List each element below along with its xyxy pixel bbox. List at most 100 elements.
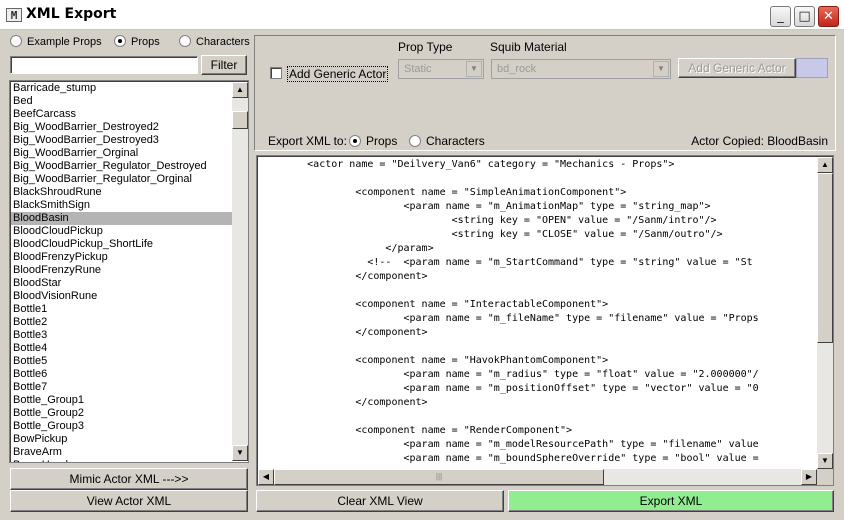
list-item[interactable]: BlackSmithSign <box>11 199 232 212</box>
source-radio-props[interactable]: Props <box>114 35 160 48</box>
add-generic-actor-button[interactable]: Add Generic Actor <box>678 58 796 78</box>
list-item[interactable]: Barricade_stump <box>11 82 232 95</box>
list-item[interactable]: Bottle4 <box>11 342 232 355</box>
list-item[interactable]: BowPickup <box>11 433 232 446</box>
close-button[interactable]: ✕ <box>818 6 839 27</box>
scroll-down-icon[interactable]: ▼ <box>817 453 833 469</box>
actor-list[interactable]: Barricade_stump Bed BeefCarcass Big_WoodBar… <box>9 80 249 463</box>
prop-type-label: Prop Type <box>398 40 453 54</box>
list-item[interactable]: Bottle1 <box>11 303 232 316</box>
list-item[interactable]: BraveHead <box>11 459 232 462</box>
export-xml-button[interactable]: Export XML <box>508 490 834 512</box>
prop-type-value: Static <box>404 63 432 75</box>
list-item[interactable]: Bottle_Group2 <box>11 407 232 420</box>
xml-vertical-scrollbar[interactable]: ▲ ▼ <box>817 157 833 469</box>
code-line: <param name = "m_fileName" type = "filen… <box>259 313 759 324</box>
list-item[interactable]: Big_WoodBarrier_Regulator_Orginal <box>11 173 232 186</box>
window-title: XML Export <box>26 6 117 22</box>
code-line: </component> <box>259 327 428 338</box>
list-item[interactable]: BloodCloudPickup_ShortLife <box>11 238 232 251</box>
view-actor-xml-button[interactable]: View Actor XML <box>10 490 248 512</box>
radio-indicator <box>349 135 361 147</box>
list-item[interactable]: BlackShroudRune <box>11 186 232 199</box>
list-item[interactable]: BloodCloudPickup <box>11 225 232 238</box>
radio-label-characters: Characters <box>196 36 250 48</box>
code-line: </component> <box>259 271 428 282</box>
source-radio-example-props[interactable]: Example Props <box>10 35 102 48</box>
list-item[interactable]: Big_WoodBarrier_Destroyed3 <box>11 134 232 147</box>
list-item[interactable]: Big_WoodBarrier_Orginal <box>11 147 232 160</box>
radio-indicator <box>10 35 22 47</box>
scroll-thumb[interactable] <box>232 111 248 129</box>
list-item[interactable]: BraveArm <box>11 446 232 459</box>
code-line: <component name = "InteractableComponent… <box>259 299 609 310</box>
radio-indicator <box>114 35 126 47</box>
minimize-button[interactable]: _ <box>770 6 791 27</box>
list-item[interactable]: Big_WoodBarrier_Regulator_Destroyed <box>11 160 232 173</box>
list-item[interactable]: Bottle7 <box>11 381 232 394</box>
code-line: </param> <box>259 243 434 254</box>
radio-indicator <box>179 35 191 47</box>
chevron-down-icon[interactable]: ▼ <box>653 61 669 77</box>
code-line: <param name = "m_positionOffset" type = … <box>259 383 759 394</box>
list-item[interactable]: Bottle_Group3 <box>11 420 232 433</box>
list-item[interactable]: Bottle6 <box>11 368 232 381</box>
actor-list-scrollbar[interactable]: ▲ ▼ <box>232 82 248 461</box>
color-swatch[interactable] <box>796 58 828 78</box>
code-line: <component name = "HavokPhantomComponent… <box>259 355 609 366</box>
radio-label-example-props: Example Props <box>27 36 102 48</box>
list-item[interactable]: Big_WoodBarrier_Destroyed2 <box>11 121 232 134</box>
list-item[interactable]: BloodStar <box>11 277 232 290</box>
list-item[interactable]: BloodFrenzyPickup <box>11 251 232 264</box>
filter-button[interactable]: Filter <box>201 55 247 75</box>
actor-list-items: Barricade_stump Bed BeefCarcass Big_WoodBar… <box>11 82 232 462</box>
code-line: <param name = "m_radius" type = "float" … <box>259 369 759 380</box>
clear-xml-view-button[interactable]: Clear XML View <box>256 490 504 512</box>
list-item[interactable]: BloodBasin <box>11 212 232 225</box>
scroll-up-icon[interactable]: ▲ <box>817 157 833 173</box>
maximize-button[interactable]: □ <box>794 6 815 27</box>
scroll-thumb[interactable] <box>817 173 833 343</box>
filter-input[interactable] <box>10 56 198 74</box>
squib-material-select[interactable]: bd_rock ▼ <box>491 59 671 79</box>
squib-material-value: bd_rock <box>497 63 537 75</box>
add-generic-actor-checkbox[interactable] <box>270 67 282 79</box>
export-radio-characters[interactable]: Characters <box>409 134 485 148</box>
scroll-right-icon[interactable]: ▶ <box>801 469 817 485</box>
export-to-label: Export XML to: <box>268 134 347 148</box>
xml-view[interactable]: <actor name = "Deilvery_Van6" category =… <box>256 155 834 486</box>
mimic-actor-xml-button[interactable]: Mimic Actor XML --->> <box>10 468 248 490</box>
list-item[interactable]: BloodFrenzyRune <box>11 264 232 277</box>
scroll-thumb-grip[interactable]: ||| <box>274 469 604 485</box>
add-generic-actor-label[interactable]: Add Generic Actor <box>287 66 389 82</box>
scroll-up-icon[interactable]: ▲ <box>232 82 248 98</box>
title-bar: M XML Export _ □ ✕ <box>0 0 844 30</box>
prop-type-select[interactable]: Static ▼ <box>398 59 484 79</box>
code-line: <component name = "RenderComponent"> <box>259 425 573 436</box>
scroll-corner <box>817 469 833 485</box>
export-radio-props[interactable]: Props <box>349 134 397 148</box>
list-item[interactable]: BeefCarcass <box>11 108 232 121</box>
code-line: <param name = "m_boundSphereOverride" ty… <box>259 453 759 464</box>
list-item[interactable]: Bottle2 <box>11 316 232 329</box>
code-line: <!-- <param name = "m_StartCommand" type… <box>259 257 753 268</box>
code-line: <component name = "SimpleAnimationCompon… <box>259 187 627 198</box>
chevron-down-icon[interactable]: ▼ <box>466 61 482 77</box>
list-item[interactable]: BloodVisionRune <box>11 290 232 303</box>
xml-horizontal-scrollbar[interactable]: ◀ ||| ▶ <box>258 469 817 485</box>
scroll-down-icon[interactable]: ▼ <box>232 445 248 461</box>
source-radio-characters[interactable]: Characters <box>179 35 250 48</box>
code-line: <param name = "m_AnimationMap" type = "s… <box>259 201 711 212</box>
scroll-left-icon[interactable]: ◀ <box>258 469 274 485</box>
list-item[interactable]: Bottle_Group1 <box>11 394 232 407</box>
squib-material-label: Squib Material <box>490 40 567 54</box>
list-item[interactable]: Bottle5 <box>11 355 232 368</box>
list-item[interactable]: Bed <box>11 95 232 108</box>
export-radio-label-props: Props <box>366 134 398 148</box>
list-item[interactable]: Bottle3 <box>11 329 232 342</box>
code-line: <actor name = "Deilvery_Van6" category =… <box>259 159 675 170</box>
xml-code: <actor name = "Deilvery_Van6" category =… <box>259 158 815 467</box>
